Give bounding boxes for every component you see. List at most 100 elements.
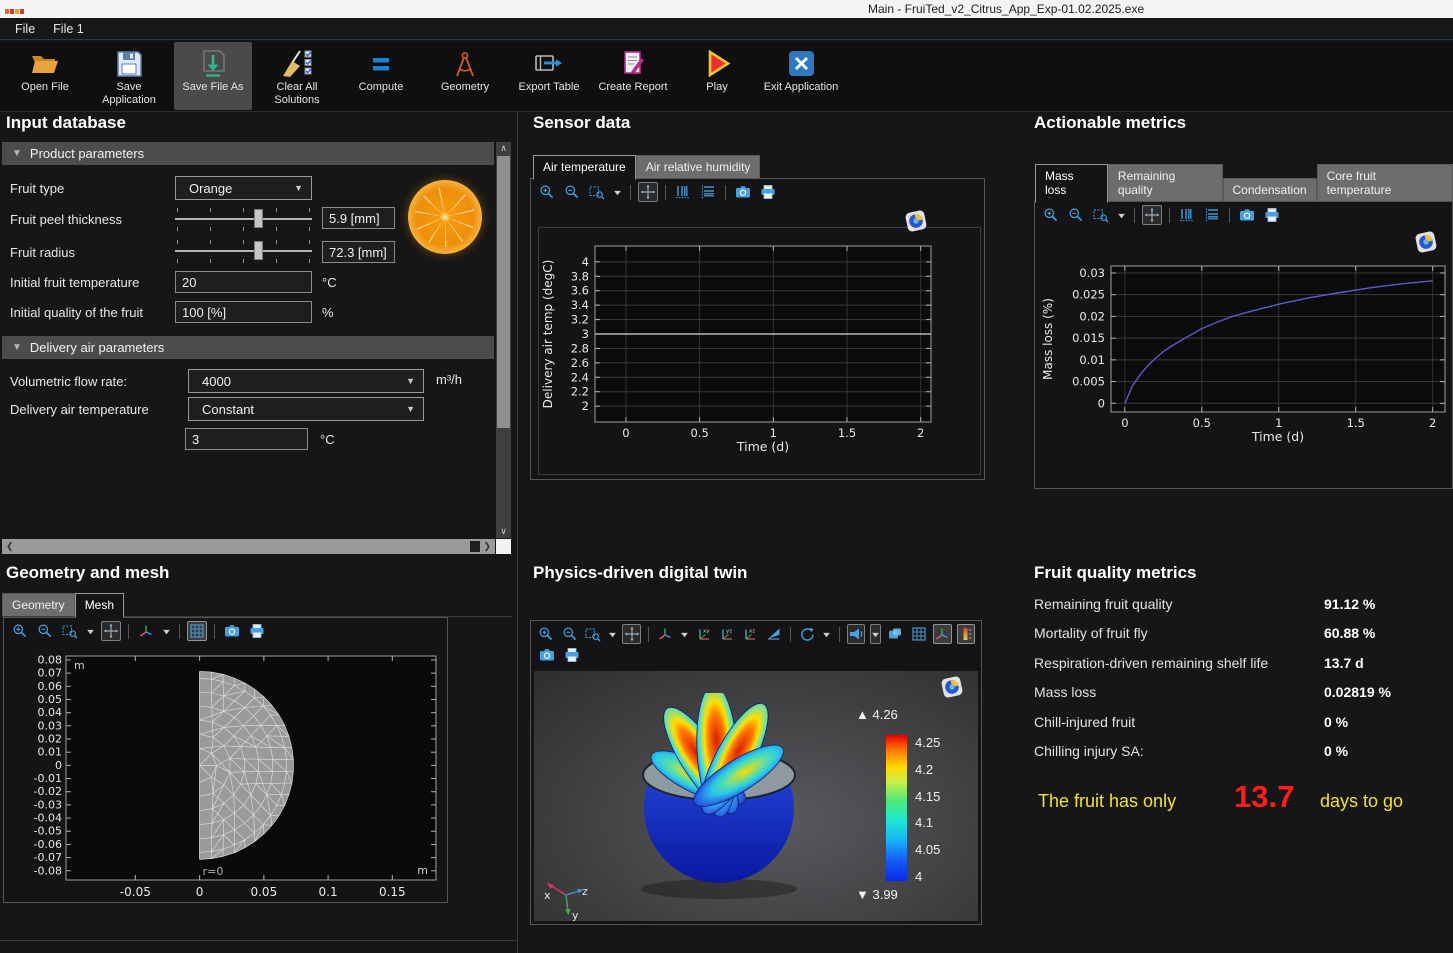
flow-rate-select[interactable]: 4000 ▼: [188, 369, 424, 393]
menu-file-1[interactable]: File 1: [44, 20, 93, 38]
color-legend-icon[interactable]: [957, 624, 976, 644]
compute-button[interactable]: Compute: [342, 42, 420, 110]
product-parameters-header[interactable]: ▼ Product parameters: [2, 142, 494, 165]
transparency-icon[interactable]: [847, 624, 866, 644]
camera-icon[interactable]: [733, 182, 753, 202]
svg-text:-0.05: -0.05: [34, 825, 62, 838]
scroll-right-icon[interactable]: ❯: [483, 541, 495, 552]
svg-text:3: 3: [582, 327, 589, 341]
exit-application-button[interactable]: Exit Application: [762, 42, 840, 110]
zoom-box-icon[interactable]: [587, 182, 607, 202]
caret-down-icon[interactable]: [679, 624, 689, 644]
scroll-left-icon[interactable]: ❮: [2, 541, 14, 552]
y-log-scale-icon[interactable]: [1202, 205, 1222, 225]
mesh-plot[interactable]: -0.0500.050.10.150.080.070.060.050.040.0…: [10, 650, 443, 905]
create-report-button[interactable]: Create Report: [594, 42, 672, 110]
horizontal-scrollbar[interactable]: ❮ ❯: [2, 539, 495, 554]
zoom-out-icon[interactable]: [560, 624, 578, 644]
constant-temp-input[interactable]: [185, 428, 308, 450]
view-xz-icon[interactable]: xz: [741, 624, 759, 644]
zoom-in-icon[interactable]: [1041, 205, 1061, 225]
fit-view-icon[interactable]: [101, 621, 121, 641]
scene-light-icon[interactable]: [886, 624, 904, 644]
peel-thickness-slider[interactable]: [175, 206, 312, 232]
initial-quality-input[interactable]: [175, 301, 312, 323]
scroll-up-icon[interactable]: ∧: [496, 143, 511, 154]
zoom-in-icon[interactable]: [537, 624, 555, 644]
fruit-radius-slider[interactable]: [175, 238, 312, 264]
open-file-button[interactable]: Open File: [6, 42, 84, 110]
tab-air-relative-humidity[interactable]: Air relative humidity: [636, 155, 761, 179]
fit-view-icon[interactable]: [622, 624, 641, 644]
caret-down-icon[interactable]: [85, 621, 96, 641]
caret-down-icon[interactable]: [161, 621, 172, 641]
zoom-out-icon[interactable]: [35, 621, 55, 641]
print-icon[interactable]: [1262, 205, 1282, 225]
caret-down-icon[interactable]: [607, 624, 617, 644]
slider-thumb[interactable]: [254, 241, 263, 260]
x-log-scale-icon[interactable]: [1177, 205, 1197, 225]
vertical-scrollbar[interactable]: ∧ ∨: [496, 142, 511, 538]
tab-geometry[interactable]: Geometry: [2, 593, 75, 617]
zoom-out-icon[interactable]: [562, 182, 582, 202]
zoom-box-icon[interactable]: [60, 621, 80, 641]
tab-condensation[interactable]: Condensation: [1223, 178, 1317, 202]
axis-triad-icon[interactable]: [933, 624, 952, 644]
initial-temp-input[interactable]: [175, 271, 312, 293]
fruit-radius-input[interactable]: [322, 241, 395, 263]
print-icon[interactable]: [562, 645, 582, 665]
caret-down-icon[interactable]: [1116, 205, 1127, 225]
caret-down-icon[interactable]: [821, 624, 831, 644]
3d-viewport[interactable]: ▲ 4.26 4.254.24.154.14.054 ▼ 3.99 x y z: [534, 671, 978, 921]
save-application-button[interactable]: Save Application: [90, 42, 168, 110]
caret-down-icon[interactable]: [870, 624, 881, 644]
tab-mesh[interactable]: Mesh: [75, 593, 124, 618]
delivery-air-temp-select[interactable]: Constant ▼: [188, 397, 424, 421]
zoom-out-icon[interactable]: [1066, 205, 1086, 225]
export-table-button[interactable]: Export Table: [510, 42, 588, 110]
menu-file[interactable]: File: [6, 20, 44, 38]
tab-core-fruit-temperature[interactable]: Core fruit temperature: [1317, 164, 1453, 202]
zoom-box-icon[interactable]: [1091, 205, 1111, 225]
clear-all-solutions-button[interactable]: Clear All Solutions: [258, 42, 336, 110]
y-log-scale-icon[interactable]: [698, 182, 718, 202]
view-yz-icon[interactable]: yz: [718, 624, 736, 644]
tab-mass-loss[interactable]: Mass loss: [1035, 164, 1108, 203]
print-icon[interactable]: [247, 621, 267, 641]
perspective-icon[interactable]: [765, 624, 783, 644]
play-button[interactable]: Play: [678, 42, 756, 110]
peel-thickness-input[interactable]: [322, 207, 395, 229]
camera-icon[interactable]: [222, 621, 242, 641]
camera-icon[interactable]: [1237, 205, 1257, 225]
geometry-button[interactable]: Geometry: [426, 42, 504, 110]
grid-icon[interactable]: [910, 624, 928, 644]
fit-view-icon[interactable]: [1142, 205, 1162, 225]
tab-air-temperature[interactable]: Air temperature: [533, 155, 636, 180]
mass-loss-chart[interactable]: 00.511.5200.0050.010.0150.020.0250.03Tim…: [1039, 254, 1449, 489]
axis-orientation-icon[interactable]: [656, 624, 674, 644]
fruit-type-select[interactable]: Orange ▼: [175, 176, 312, 200]
sensor-chart[interactable]: 00.511.5222.22.42.62.833.23.43.63.84Time…: [539, 228, 979, 479]
save-file-as-button[interactable]: Save File As: [174, 42, 252, 110]
fit-view-icon[interactable]: [638, 182, 658, 202]
scrollbar-thumb[interactable]: [470, 541, 480, 552]
zoom-in-icon[interactable]: [10, 621, 30, 641]
zoom-in-icon[interactable]: [537, 182, 557, 202]
grid-icon[interactable]: [187, 621, 207, 641]
delivery-air-parameters-header[interactable]: ▼ Delivery air parameters: [2, 336, 494, 359]
scroll-down-icon[interactable]: ∨: [496, 526, 511, 537]
caret-down-icon[interactable]: [612, 182, 623, 202]
mesh-plot-panel: -0.0500.050.10.150.080.070.060.050.040.0…: [3, 617, 448, 903]
axis-orientation-icon[interactable]: [136, 621, 156, 641]
rotate-icon[interactable]: [798, 624, 816, 644]
view-xy-icon[interactable]: xy: [694, 624, 712, 644]
camera-icon[interactable]: [537, 645, 557, 665]
tab-remaining-quality[interactable]: Remaining quality: [1108, 164, 1223, 202]
slider-thumb[interactable]: [254, 209, 263, 228]
main-toolbar: Open File Save Application Save File As …: [0, 41, 1453, 112]
toolbar-button-label: Clear All Solutions: [258, 81, 336, 107]
print-icon[interactable]: [758, 182, 778, 202]
zoom-box-icon[interactable]: [584, 624, 602, 644]
x-log-scale-icon[interactable]: [673, 182, 693, 202]
scrollbar-thumb[interactable]: [497, 156, 510, 428]
